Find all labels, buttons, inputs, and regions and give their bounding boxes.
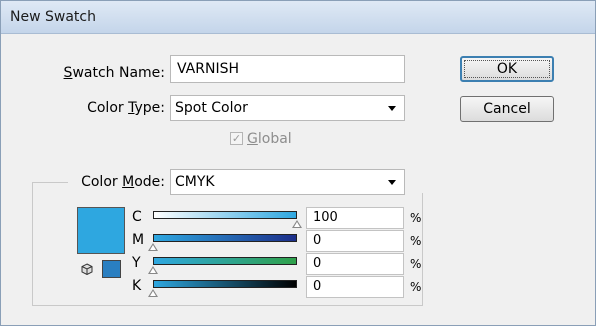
- color-mode-value: CMYK: [175, 174, 215, 190]
- color-preview-swatch: [77, 207, 125, 254]
- title-bar[interactable]: New Swatch: [1, 1, 595, 34]
- channel-label-k: K: [132, 278, 142, 294]
- slider-y[interactable]: [153, 257, 297, 265]
- slider-thumb-m[interactable]: [148, 243, 158, 251]
- chevron-down-icon: [388, 106, 396, 111]
- slider-thumb-c[interactable]: [292, 220, 302, 228]
- color-type-label: Color Type:: [87, 100, 165, 116]
- swatch-name-input[interactable]: VARNISH: [170, 55, 405, 83]
- channel-label-c: C: [132, 209, 142, 225]
- slider-thumb-y[interactable]: [148, 266, 158, 274]
- channel-label-y: Y: [132, 255, 141, 271]
- cancel-button[interactable]: Cancel: [460, 96, 554, 122]
- slider-k[interactable]: [153, 280, 297, 288]
- percent-label: %: [410, 211, 422, 225]
- color-type-select[interactable]: Spot Color: [170, 95, 405, 121]
- color-mode-select[interactable]: CMYK: [170, 169, 405, 195]
- color-mode-label: Color Mode:: [81, 174, 165, 190]
- slider-m[interactable]: [153, 234, 297, 242]
- cube-icon[interactable]: [81, 263, 93, 275]
- channel-label-m: M: [132, 232, 145, 248]
- channel-value-k[interactable]: 0: [306, 276, 404, 298]
- percent-label: %: [410, 234, 422, 248]
- color-type-value: Spot Color: [175, 100, 248, 116]
- global-checkbox[interactable]: ✓: [230, 132, 243, 145]
- channel-value-m[interactable]: 0: [306, 230, 404, 252]
- window-title: New Swatch: [10, 9, 96, 25]
- channel-value-c[interactable]: 100: [306, 207, 404, 229]
- ok-button[interactable]: OK: [460, 56, 554, 82]
- swatch-name-label: Swatch Name:: [63, 65, 165, 81]
- percent-label: %: [410, 280, 422, 294]
- percent-label: %: [410, 257, 422, 271]
- focus-ring: [464, 60, 550, 78]
- chevron-down-icon: [388, 180, 396, 185]
- channel-value-y[interactable]: 0: [306, 253, 404, 275]
- slider-c[interactable]: [153, 211, 297, 219]
- new-swatch-dialog: New Swatch Swatch Name: VARNISH Color Ty…: [0, 0, 596, 326]
- global-label: Global: [247, 131, 292, 147]
- slider-thumb-k[interactable]: [148, 289, 158, 297]
- small-swatch-icon[interactable]: [102, 260, 121, 278]
